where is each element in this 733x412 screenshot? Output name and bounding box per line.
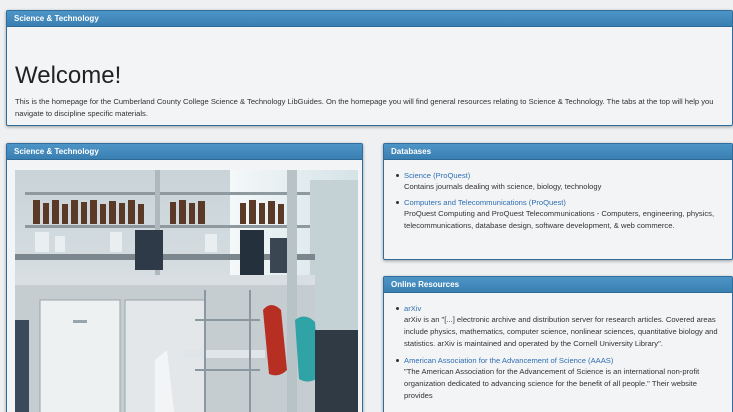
list-item-description: arXiv is an "[...] electronic archive an…	[404, 315, 718, 349]
image-box-header: Science & Technology	[7, 144, 362, 160]
list-item-description: Contains journals dealing with science, …	[404, 182, 602, 191]
online-resources-box-header: Online Resources	[384, 277, 732, 293]
laboratory-photo	[15, 170, 358, 412]
list-item: American Association for the Advancement…	[396, 355, 732, 403]
welcome-box: Science & Technology Welcome! This is th…	[6, 10, 733, 126]
list-item: arXiv arXiv is an "[...] electronic arch…	[396, 303, 732, 351]
image-box: Science & Technology	[6, 143, 363, 412]
welcome-text: This is the homepage for the Cumberland …	[15, 97, 714, 118]
welcome-title: Welcome!	[15, 62, 122, 89]
science-proquest-link[interactable]: Science (ProQuest)	[404, 170, 732, 181]
databases-box: Databases Science (ProQuest) Contains jo…	[383, 143, 733, 260]
list-item: Computers and Telecommunications (ProQue…	[396, 197, 732, 232]
list-item-description: ProQuest Computing and ProQuest Telecomm…	[404, 209, 715, 231]
online-resources-box: Online Resources arXiv arXiv is an "[...…	[383, 276, 733, 412]
arxiv-link[interactable]: arXiv	[404, 303, 732, 314]
online-resources-list: arXiv arXiv is an "[...] electronic arch…	[384, 293, 732, 402]
databases-box-header: Databases	[384, 144, 732, 160]
list-item: Science (ProQuest) Contains journals dea…	[396, 170, 732, 193]
databases-list: Science (ProQuest) Contains journals dea…	[384, 160, 732, 233]
list-item-description: "The American Association for the Advanc…	[404, 366, 700, 401]
computers-telecom-link[interactable]: Computers and Telecommunications (ProQue…	[404, 197, 732, 208]
welcome-box-header: Science & Technology	[7, 11, 732, 27]
aaas-link[interactable]: American Association for the Advancement…	[404, 355, 732, 366]
